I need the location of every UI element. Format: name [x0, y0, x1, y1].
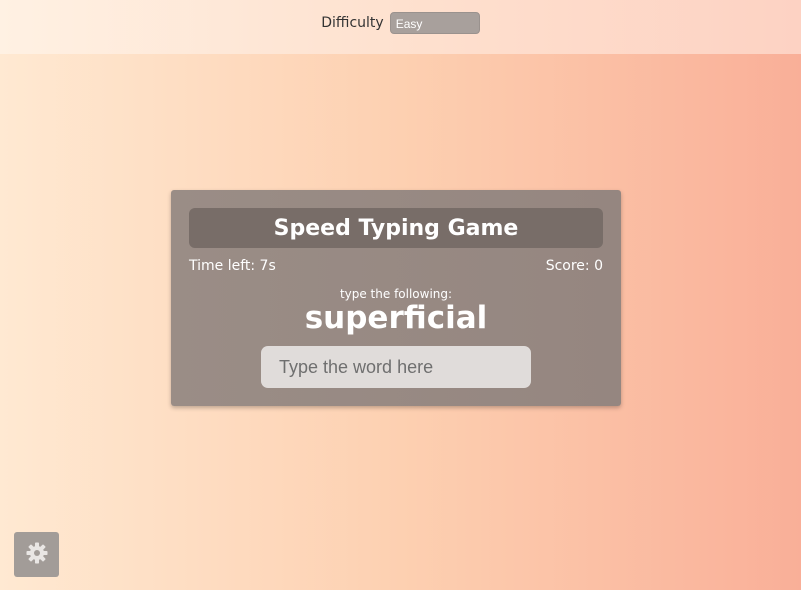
- score: Score: 0: [545, 258, 603, 274]
- title-box: Speed Typing Game: [189, 208, 603, 248]
- gear-icon: [25, 541, 49, 569]
- difficulty-label: Difficulty: [321, 15, 384, 31]
- time-left: Time left: 7s: [189, 258, 276, 274]
- difficulty-bar: Difficulty Easy: [0, 0, 801, 54]
- game-card: Speed Typing Game Time left: 7s Score: 0…: [171, 190, 621, 406]
- difficulty-select[interactable]: Easy: [389, 12, 480, 34]
- game-title: Speed Typing Game: [273, 215, 519, 241]
- word-input[interactable]: [261, 346, 531, 388]
- settings-button[interactable]: [14, 532, 59, 577]
- target-word: superficial: [304, 300, 488, 336]
- prompt-text: type the following:: [339, 287, 453, 301]
